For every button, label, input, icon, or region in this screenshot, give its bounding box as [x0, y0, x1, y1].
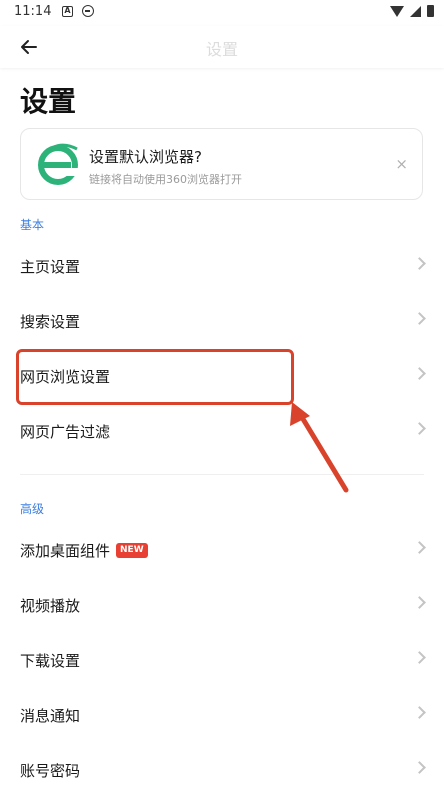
section-header-advanced: 高级: [20, 502, 45, 516]
menu-item-download-settings[interactable]: 下载设置: [0, 634, 444, 689]
chevron-right-icon: [413, 367, 426, 380]
promo-title: 设置默认浏览器?: [89, 148, 202, 166]
section-divider: [20, 474, 424, 475]
menu-item-notifications[interactable]: 消息通知: [0, 689, 444, 744]
menu-item-video-playback[interactable]: 视频播放: [0, 579, 444, 634]
chevron-right-icon: [413, 706, 426, 719]
signal-icon: [410, 5, 421, 17]
default-browser-card[interactable]: 设置默认浏览器? 链接将自动使用360浏览器打开 ×: [20, 128, 423, 200]
status-bar: 11:14 A: [0, 0, 444, 26]
chevron-right-icon: [413, 312, 426, 325]
top-app-bar: 设置: [0, 26, 444, 68]
new-badge: NEW: [116, 543, 148, 558]
chevron-right-icon: [413, 422, 426, 435]
menu-item-label: 主页设置: [20, 258, 81, 276]
topbar-title: 设置: [205, 40, 238, 59]
menu-item-label: 网页广告过滤: [20, 423, 111, 441]
menu-item-label: 网页浏览设置: [20, 368, 111, 386]
chevron-right-icon: [413, 651, 426, 664]
menu-item-add-desktop-widget[interactable]: 添加桌面组件 NEW: [0, 524, 444, 579]
a-icon: A: [62, 6, 73, 17]
page-title: 设置: [20, 85, 77, 118]
menu-item-label: 消息通知: [20, 707, 81, 725]
status-right-icons: [390, 5, 434, 17]
e-icon: [82, 5, 94, 17]
chevron-right-icon: [413, 761, 426, 774]
menu-item-label: 添加桌面组件: [20, 542, 111, 560]
menu-item-search-settings[interactable]: 搜索设置: [0, 295, 444, 350]
menu-item-label: 搜索设置: [20, 313, 81, 331]
promo-subtitle: 链接将自动使用360浏览器打开: [89, 173, 242, 186]
menu-item-label: 视频播放: [20, 597, 81, 615]
menu-item-accounts-passwords[interactable]: 账号密码: [0, 744, 444, 789]
360-browser-logo-icon: [38, 143, 79, 185]
menu-item-label-wrap: 添加桌面组件 NEW: [20, 540, 148, 561]
chevron-right-icon: [413, 257, 426, 270]
section-header-basic: 基本: [20, 218, 45, 232]
menu-item-homepage-settings[interactable]: 主页设置: [0, 240, 444, 295]
menu-item-ad-filter[interactable]: 网页广告过滤: [0, 405, 444, 460]
chevron-right-icon: [413, 596, 426, 609]
battery-icon: [427, 5, 434, 17]
chevron-right-icon: [413, 541, 426, 554]
status-time: 11:14: [14, 4, 52, 19]
menu-item-label: 下载设置: [20, 652, 81, 670]
wifi-icon: [390, 5, 404, 17]
menu-item-label: 账号密码: [20, 762, 81, 780]
close-icon[interactable]: ×: [395, 155, 408, 173]
menu-item-browsing-settings[interactable]: 网页浏览设置: [0, 350, 444, 405]
